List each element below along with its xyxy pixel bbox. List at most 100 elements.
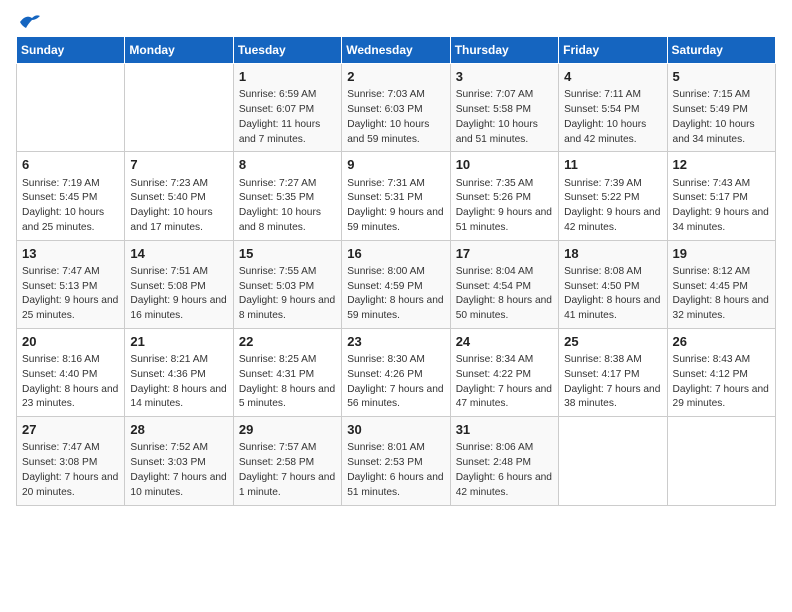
day-content: Sunrise: 7:47 AM Sunset: 5:13 PM Dayligh… [22, 265, 119, 324]
day-content: Sunrise: 8:04 AM Sunset: 4:54 PM Dayligh… [456, 265, 553, 324]
calendar-cell: 23 Sunrise: 8:30 AM Sunset: 4:26 PM Dayli… [342, 328, 450, 416]
day-number: 22 [239, 333, 336, 351]
calendar-cell: 11 Sunrise: 7:39 AM Sunset: 5:22 PM Dayli… [559, 152, 667, 240]
day-content: Sunrise: 8:16 AM Sunset: 4:40 PM Dayligh… [22, 353, 119, 412]
day-content: Sunrise: 8:30 AM Sunset: 4:26 PM Dayligh… [347, 353, 444, 412]
day-content: Sunrise: 7:27 AM Sunset: 5:35 PM Dayligh… [239, 177, 336, 236]
day-content: Sunrise: 8:01 AM Sunset: 2:53 PM Dayligh… [347, 441, 444, 500]
day-content: Sunrise: 7:19 AM Sunset: 5:45 PM Dayligh… [22, 177, 119, 236]
day-number: 19 [673, 245, 770, 263]
calendar-cell [559, 417, 667, 505]
day-content: Sunrise: 7:31 AM Sunset: 5:31 PM Dayligh… [347, 177, 444, 236]
calendar-cell: 3 Sunrise: 7:07 AM Sunset: 5:58 PM Daylig… [450, 64, 558, 152]
day-number: 27 [22, 421, 119, 439]
calendar-cell: 29Sunrise: 7:57 AM Sunset: 2:58 PM Dayli… [233, 417, 341, 505]
weekday-header-thursday: Thursday [450, 37, 558, 64]
day-number: 17 [456, 245, 553, 263]
day-number: 18 [564, 245, 661, 263]
day-content: Sunrise: 8:25 AM Sunset: 4:31 PM Dayligh… [239, 353, 336, 412]
day-number: 7 [130, 156, 227, 174]
day-content: Sunrise: 7:15 AM Sunset: 5:49 PM Dayligh… [673, 88, 770, 147]
day-number: 12 [673, 156, 770, 174]
calendar-cell: 14 Sunrise: 7:51 AM Sunset: 5:08 PM Dayli… [125, 240, 233, 328]
day-number: 16 [347, 245, 444, 263]
day-content: Sunrise: 7:07 AM Sunset: 5:58 PM Dayligh… [456, 88, 553, 147]
calendar-cell: 12 Sunrise: 7:43 AM Sunset: 5:17 PM Dayli… [667, 152, 775, 240]
day-number: 13 [22, 245, 119, 263]
calendar-cell: 22 Sunrise: 8:25 AM Sunset: 4:31 PM Dayli… [233, 328, 341, 416]
day-number: 6 [22, 156, 119, 174]
calendar-cell: 1Sunrise: 6:59 AM Sunset: 6:07 PM Daylig… [233, 64, 341, 152]
day-content: Sunrise: 7:03 AM Sunset: 6:03 PM Dayligh… [347, 88, 444, 147]
day-number: 3 [456, 68, 553, 86]
calendar-week-2: 6 Sunrise: 7:19 AM Sunset: 5:45 PM Daylig… [17, 152, 776, 240]
calendar-cell: 26 Sunrise: 8:43 AM Sunset: 4:12 PM Dayli… [667, 328, 775, 416]
weekday-header-tuesday: Tuesday [233, 37, 341, 64]
logo [16, 16, 40, 28]
logo-bird-icon [18, 12, 40, 32]
day-content: Sunrise: 7:11 AM Sunset: 5:54 PM Dayligh… [564, 88, 661, 147]
calendar-cell [17, 64, 125, 152]
day-content: Sunrise: 7:51 AM Sunset: 5:08 PM Dayligh… [130, 265, 227, 324]
day-number: 20 [22, 333, 119, 351]
day-content: Sunrise: 8:34 AM Sunset: 4:22 PM Dayligh… [456, 353, 553, 412]
calendar-week-5: 27 Sunrise: 7:47 AM Sunset: 3:08 PM Dayli… [17, 417, 776, 505]
calendar-cell: 18 Sunrise: 8:08 AM Sunset: 4:50 PM Dayli… [559, 240, 667, 328]
calendar-cell [125, 64, 233, 152]
calendar-week-3: 13 Sunrise: 7:47 AM Sunset: 5:13 PM Dayli… [17, 240, 776, 328]
weekday-header-friday: Friday [559, 37, 667, 64]
day-content: Sunrise: 7:39 AM Sunset: 5:22 PM Dayligh… [564, 177, 661, 236]
day-content: Sunrise: 8:12 AM Sunset: 4:45 PM Dayligh… [673, 265, 770, 324]
calendar-cell: 30Sunrise: 8:01 AM Sunset: 2:53 PM Dayli… [342, 417, 450, 505]
calendar-cell: 25Sunrise: 8:38 AM Sunset: 4:17 PM Dayli… [559, 328, 667, 416]
calendar-cell: 20 Sunrise: 8:16 AM Sunset: 4:40 PM Dayli… [17, 328, 125, 416]
calendar-cell: 17 Sunrise: 8:04 AM Sunset: 4:54 PM Dayli… [450, 240, 558, 328]
day-number: 5 [673, 68, 770, 86]
day-content: Sunrise: 7:47 AM Sunset: 3:08 PM Dayligh… [22, 441, 119, 500]
weekday-header-monday: Monday [125, 37, 233, 64]
day-number: 8 [239, 156, 336, 174]
day-content: Sunrise: 7:52 AM Sunset: 3:03 PM Dayligh… [130, 441, 227, 500]
day-content: Sunrise: 7:43 AM Sunset: 5:17 PM Dayligh… [673, 177, 770, 236]
day-content: Sunrise: 8:38 AM Sunset: 4:17 PM Dayligh… [564, 353, 661, 412]
calendar-cell: 31Sunrise: 8:06 AM Sunset: 2:48 PM Dayli… [450, 417, 558, 505]
day-number: 2 [347, 68, 444, 86]
day-number: 24 [456, 333, 553, 351]
day-content: Sunrise: 7:57 AM Sunset: 2:58 PM Dayligh… [239, 441, 336, 500]
weekday-header-saturday: Saturday [667, 37, 775, 64]
day-number: 26 [673, 333, 770, 351]
day-content: Sunrise: 8:06 AM Sunset: 2:48 PM Dayligh… [456, 441, 553, 500]
weekday-header-wednesday: Wednesday [342, 37, 450, 64]
day-number: 9 [347, 156, 444, 174]
day-content: Sunrise: 8:21 AM Sunset: 4:36 PM Dayligh… [130, 353, 227, 412]
calendar-week-1: 1Sunrise: 6:59 AM Sunset: 6:07 PM Daylig… [17, 64, 776, 152]
day-number: 23 [347, 333, 444, 351]
day-number: 1 [239, 68, 336, 86]
day-content: Sunrise: 8:43 AM Sunset: 4:12 PM Dayligh… [673, 353, 770, 412]
day-number: 11 [564, 156, 661, 174]
day-number: 21 [130, 333, 227, 351]
page-header [16, 16, 776, 28]
calendar-cell: 6 Sunrise: 7:19 AM Sunset: 5:45 PM Daylig… [17, 152, 125, 240]
calendar-cell: 10 Sunrise: 7:35 AM Sunset: 5:26 PM Dayli… [450, 152, 558, 240]
day-number: 14 [130, 245, 227, 263]
day-content: Sunrise: 8:00 AM Sunset: 4:59 PM Dayligh… [347, 265, 444, 324]
day-content: Sunrise: 7:35 AM Sunset: 5:26 PM Dayligh… [456, 177, 553, 236]
calendar-cell: 27 Sunrise: 7:47 AM Sunset: 3:08 PM Dayli… [17, 417, 125, 505]
calendar-cell: 9 Sunrise: 7:31 AM Sunset: 5:31 PM Daylig… [342, 152, 450, 240]
calendar-cell: 4 Sunrise: 7:11 AM Sunset: 5:54 PM Daylig… [559, 64, 667, 152]
calendar-cell: 7Sunrise: 7:23 AM Sunset: 5:40 PM Daylig… [125, 152, 233, 240]
day-number: 4 [564, 68, 661, 86]
calendar-week-4: 20 Sunrise: 8:16 AM Sunset: 4:40 PM Dayli… [17, 328, 776, 416]
weekday-header-sunday: Sunday [17, 37, 125, 64]
calendar-cell: 28 Sunrise: 7:52 AM Sunset: 3:03 PM Dayli… [125, 417, 233, 505]
day-number: 10 [456, 156, 553, 174]
calendar-cell: 21 Sunrise: 8:21 AM Sunset: 4:36 PM Dayli… [125, 328, 233, 416]
day-number: 28 [130, 421, 227, 439]
day-content: Sunrise: 7:55 AM Sunset: 5:03 PM Dayligh… [239, 265, 336, 324]
day-content: Sunrise: 8:08 AM Sunset: 4:50 PM Dayligh… [564, 265, 661, 324]
calendar-cell: 5 Sunrise: 7:15 AM Sunset: 5:49 PM Daylig… [667, 64, 775, 152]
calendar-cell: 16 Sunrise: 8:00 AM Sunset: 4:59 PM Dayli… [342, 240, 450, 328]
calendar-cell: 24 Sunrise: 8:34 AM Sunset: 4:22 PM Dayli… [450, 328, 558, 416]
calendar-cell: 2 Sunrise: 7:03 AM Sunset: 6:03 PM Daylig… [342, 64, 450, 152]
